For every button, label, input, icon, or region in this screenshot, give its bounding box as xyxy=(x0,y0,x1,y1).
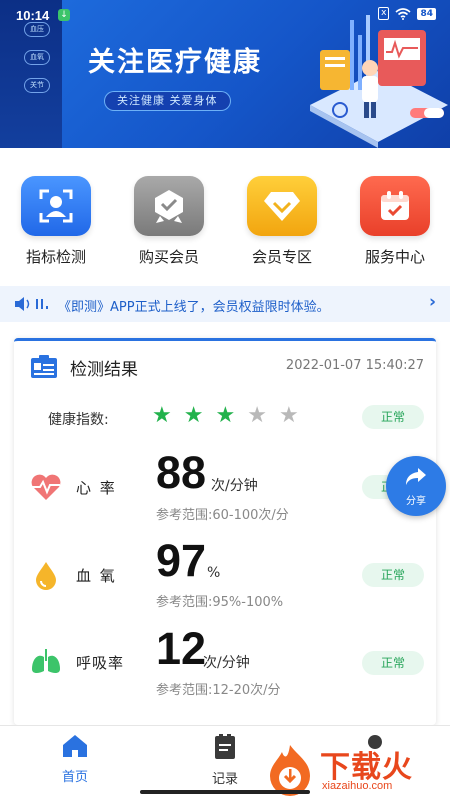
banner-title: 关注医疗健康 xyxy=(88,47,262,78)
quick-menu: 指标检测 购买会员 会员专区 服务中心 xyxy=(0,176,450,272)
drop-icon xyxy=(36,562,56,590)
notice-text: 《即测》APP正式上线了，会员权益限时体验。 xyxy=(58,300,330,315)
star-icon: ★ xyxy=(183,403,204,428)
metric-range: 参考范围:60-100次/分 xyxy=(156,508,289,523)
menu-label: 指标检测 xyxy=(25,248,86,266)
result-card: 检测结果 2022-01-07 15:40:27 健康指数: ★ ★ ★ ★ ★ 正常 … xyxy=(14,338,436,725)
status-badge: 正常 xyxy=(362,405,424,429)
star-icon: ★ xyxy=(247,403,267,428)
menu-label: 服务中心 xyxy=(364,248,425,266)
speaker-icon xyxy=(15,297,48,311)
metric-range: 参考范围:95%-100% xyxy=(156,595,284,610)
header-banner[interactable]: 血压 血氧 关节 10:14 ↓ x 84 关注医疗健康 关注健康 关爱身体 xyxy=(0,0,450,148)
metric-unit: 次/分钟 xyxy=(203,655,250,671)
heartbeat-icon xyxy=(31,474,61,500)
share-icon xyxy=(406,468,426,485)
nav-label: 首页 xyxy=(61,770,88,785)
star-icon: ★ xyxy=(152,403,172,428)
banner-tag: 关节 xyxy=(24,78,50,93)
calendar-check-icon xyxy=(360,176,430,236)
share-button[interactable]: 分享 xyxy=(386,456,446,516)
respiration-value: 12 xyxy=(156,623,207,674)
status-badge: 正常 xyxy=(362,563,424,587)
blood-oxygen-value: 97 xyxy=(156,535,207,586)
share-label: 分享 xyxy=(406,496,426,507)
metric-name: 心 率 xyxy=(76,479,117,497)
home-icon xyxy=(63,735,87,757)
menu-item-indicator-test[interactable]: 指标检测 xyxy=(11,176,101,267)
nav-label: 记录 xyxy=(211,772,238,787)
report-icon xyxy=(31,355,57,378)
banner-tag: 血氧 xyxy=(24,50,50,65)
metric-range: 参考范围:12-20次/分 xyxy=(156,683,281,698)
result-datetime: 2022-01-07 15:40:27 xyxy=(285,358,424,373)
menu-item-member-zone[interactable]: 会员专区 xyxy=(237,176,327,267)
main-content: 指标检测 购买会员 会员专区 服务中心 《即测》APP正式上线了，会员权益限时体… xyxy=(0,148,450,725)
metric-name: 血 氧 xyxy=(76,567,117,585)
status-badge: 正常 xyxy=(362,651,424,675)
watermark-url: xiazaihuo.com xyxy=(322,780,393,792)
tab-home[interactable]: 首页 xyxy=(40,734,110,785)
star-icon: ★ xyxy=(215,403,236,428)
lungs-icon xyxy=(32,649,60,674)
face-scan-icon xyxy=(21,176,91,236)
diamond-icon xyxy=(247,176,317,236)
medal-icon xyxy=(134,176,204,236)
menu-item-buy-membership[interactable]: 购买会员 xyxy=(124,176,214,267)
heart-rate-value: 88 xyxy=(156,447,207,498)
tab-records[interactable]: 记录 xyxy=(190,734,260,787)
home-indicator xyxy=(140,790,310,794)
health-index-label: 健康指数: xyxy=(48,412,109,428)
chevron-right-icon[interactable]: › xyxy=(429,292,436,312)
banner-subtitle: 关注健康 关爱身体 xyxy=(104,91,231,111)
card-title: 检测结果 xyxy=(70,360,138,380)
menu-item-service-center[interactable]: 服务中心 xyxy=(350,176,440,267)
star-icon: ★ xyxy=(278,403,299,428)
document-icon xyxy=(215,734,235,759)
medical-illustration-icon xyxy=(310,15,448,148)
notice-bar[interactable]: 《即测》APP正式上线了，会员权益限时体验。 › xyxy=(0,286,450,322)
download-icon: ↓ xyxy=(58,9,70,21)
metric-unit: % xyxy=(207,565,221,581)
health-index-stars: ★ ★ ★ ★ ★ xyxy=(152,405,299,427)
status-time: 10:14 xyxy=(16,8,50,23)
menu-label: 购买会员 xyxy=(138,248,199,266)
metric-name: 呼吸率 xyxy=(76,654,125,672)
metric-unit: 次/分钟 xyxy=(211,478,258,494)
menu-label: 会员专区 xyxy=(251,248,312,266)
